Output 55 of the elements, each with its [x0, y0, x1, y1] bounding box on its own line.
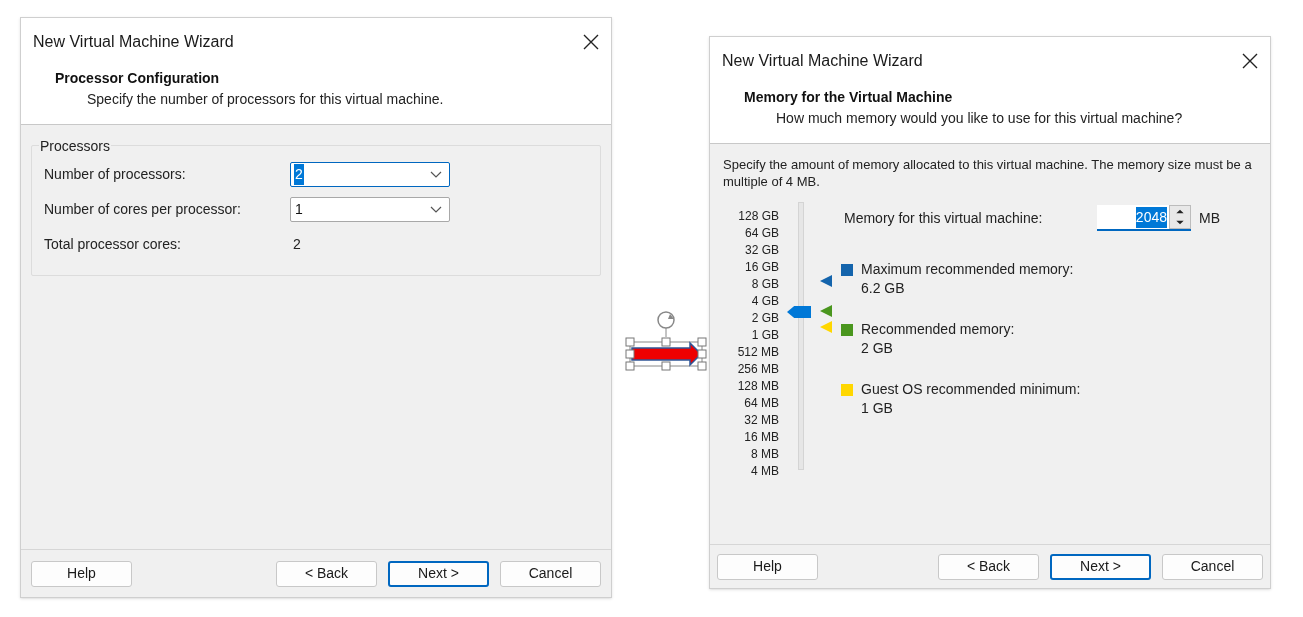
close-icon[interactable] — [583, 34, 599, 50]
dialog-button[interactable]: Next > — [1050, 553, 1151, 580]
dialog-button[interactable]: < Back — [938, 553, 1039, 580]
page-subheading: Specify the number of processors for this virtual machine. — [86, 90, 445, 109]
window-title: New Virtual Machine Wizard — [33, 32, 234, 52]
scale-label: 16 MB — [744, 429, 779, 446]
slider-thumb[interactable] — [787, 306, 811, 318]
unit-label: MB — [1199, 208, 1220, 228]
scale-label: 16 GB — [744, 259, 779, 276]
page-heading: Memory for the Virtual Machine — [744, 88, 954, 107]
dialog-button[interactable]: < Back — [276, 560, 377, 587]
legend-value: 2 GB — [861, 339, 894, 358]
legend-value: 6.2 GB — [861, 279, 906, 298]
dropdown-field[interactable]: 2 — [290, 162, 450, 187]
page-heading: Processor Configuration — [55, 69, 221, 88]
legend-label: Recommended memory: — [861, 320, 1015, 339]
scale-label: 4 MB — [751, 463, 779, 480]
scale-label: 8 MB — [751, 446, 779, 463]
scale-label: 256 MB — [737, 361, 779, 378]
dialog-button[interactable]: Next > — [388, 560, 489, 587]
dropdown-field[interactable]: 1 — [290, 197, 450, 222]
marker-icon — [820, 275, 832, 287]
legend-label: Maximum recommended memory: — [861, 260, 1074, 279]
field-label: Memory for this virtual machine: — [843, 208, 1044, 228]
scale-label: 1 GB — [751, 327, 779, 344]
scale-label: 4 GB — [751, 293, 779, 310]
window-title: New Virtual Machine Wizard — [722, 51, 923, 71]
scale-label: 8 GB — [751, 276, 779, 293]
marker-icon — [820, 321, 832, 333]
chevron-down-icon — [430, 171, 442, 178]
page-subheading: How much memory would you like to use for this virtual machine? — [775, 109, 1184, 128]
chevron-down-icon — [430, 206, 442, 213]
dialog-button[interactable]: Cancel — [500, 560, 601, 587]
description-text: Specify the amount of memory allocated to this virtual machine. The memory size must be a multiple of 4 MB. — [723, 156, 1253, 190]
scale-label: 128 GB — [738, 208, 779, 225]
marker-icon — [820, 305, 832, 317]
scale-label: 64 GB — [744, 225, 779, 242]
dialog-button[interactable]: Help — [31, 560, 132, 587]
scale-label: 128 MB — [737, 378, 779, 395]
selected-arrow-drawing[interactable] — [624, 310, 708, 374]
field-value: 2 — [292, 235, 301, 254]
dialog-button[interactable]: Cancel — [1162, 553, 1263, 580]
dialog-button[interactable]: Help — [717, 553, 818, 580]
scale-label: 2 GB — [751, 310, 779, 327]
field-label: Total processor cores: — [44, 235, 182, 254]
legend-value: 1 GB — [861, 399, 894, 418]
legend-label: Guest OS recommended minimum: — [861, 380, 1081, 399]
scale-label: 32 MB — [744, 412, 779, 429]
scale-label: 64 MB — [744, 395, 779, 412]
close-icon[interactable] — [1242, 53, 1258, 69]
scale-label: 32 GB — [744, 242, 779, 259]
field-label: Number of cores per processor: — [44, 200, 242, 219]
memory-spin-field[interactable]: 2048 — [1097, 205, 1191, 231]
field-label: Number of processors: — [44, 165, 187, 184]
scale-label: 512 MB — [737, 344, 779, 361]
